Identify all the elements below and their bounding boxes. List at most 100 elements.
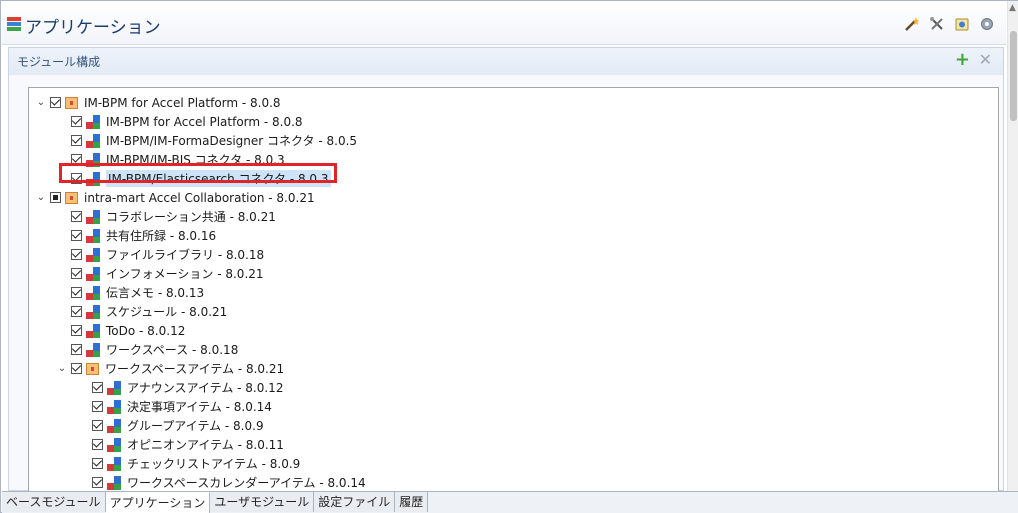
module-checkbox[interactable] <box>71 363 82 374</box>
module-checkbox[interactable] <box>92 439 103 450</box>
module-icon <box>86 323 100 338</box>
module-checkbox[interactable] <box>92 420 103 431</box>
tree-item-label: intra-mart Accel Collaboration - 8.0.21 <box>84 190 315 205</box>
tree-row[interactable]: 伝言メモ - 8.0.13 <box>56 283 204 302</box>
chevron-down-icon[interactable]: ⌄ <box>35 97 47 108</box>
tree-item-label: ワークスペースアイテム - 8.0.21 <box>105 362 285 376</box>
package-icon <box>65 96 78 109</box>
editor-tabs: ベースモジュール アプリケーション ユーザモジュール 設定ファイル 履歴 <box>2 491 1018 513</box>
module-checkbox[interactable] <box>71 306 82 317</box>
chevron-down-icon[interactable]: ⌄ <box>56 363 68 374</box>
module-icon <box>86 342 100 357</box>
module-checkbox[interactable] <box>71 116 82 127</box>
module-checkbox[interactable] <box>92 382 103 393</box>
module-checkbox[interactable] <box>71 249 82 260</box>
tree-item-label: スケジュール - 8.0.21 <box>106 305 228 319</box>
module-icon <box>107 418 121 433</box>
module-checkbox[interactable] <box>92 401 103 412</box>
module-checkbox[interactable] <box>71 135 82 146</box>
tree-row[interactable]: ワークスペース - 8.0.18 <box>56 340 238 359</box>
tree-row[interactable]: ⌄ ワークスペースアイテム - 8.0.21 <box>56 359 284 378</box>
tree-item-label: IM-BPM for Accel Platform - 8.0.8 <box>106 114 303 129</box>
module-icon <box>86 152 100 167</box>
tab-1[interactable]: アプリケーション <box>105 492 211 513</box>
tree-item-label: 伝言メモ - 8.0.13 <box>106 286 205 300</box>
tree-item-label: アナウンスアイテム - 8.0.12 <box>127 381 284 395</box>
tree-item-label: IM-BPM for Accel Platform - 8.0.8 <box>84 95 281 110</box>
module-config-panel: ⌄ IM-BPM for Accel Platform - 8.0.8 IM-BPM… <box>8 75 1004 497</box>
tree-row[interactable]: IM-BPM/Elasticsearch コネクタ - 8.0.3 <box>56 169 331 188</box>
chevron-down-icon[interactable]: ⌄ <box>35 192 47 203</box>
module-checkbox[interactable] <box>71 173 82 184</box>
module-checkbox[interactable] <box>71 268 82 279</box>
module-checkbox[interactable] <box>50 192 61 203</box>
plus-icon[interactable]: + <box>955 51 970 69</box>
scroll-up-arrow-icon[interactable]: ▲ <box>1009 3 1016 13</box>
tree-item-label: IM-BPM/IM-BIS コネクタ - 8.0.3 <box>106 153 285 167</box>
package-icon <box>65 191 78 204</box>
module-icon <box>86 247 100 262</box>
close-icon[interactable]: ✕ <box>979 51 992 69</box>
module-checkbox[interactable] <box>71 211 82 222</box>
module-icon <box>86 114 100 129</box>
module-icon <box>107 380 121 395</box>
tree-row[interactable]: チェックリストアイテム - 8.0.9 <box>77 454 300 473</box>
tree-row[interactable]: ⌄ intra-mart Accel Collaboration - 8.0.21 <box>35 188 315 207</box>
application-stack-icon <box>7 17 21 31</box>
module-checkbox[interactable] <box>50 97 61 108</box>
module-icon <box>86 285 100 300</box>
tree-row[interactable]: IM-BPM/IM-FormaDesigner コネクタ - 8.0.5 <box>56 131 357 150</box>
magic-wand-icon[interactable] <box>903 15 921 33</box>
scrollbar-thumb[interactable] <box>1010 31 1017 121</box>
tree-row[interactable]: ⌄ IM-BPM for Accel Platform - 8.0.8 <box>35 93 281 112</box>
tree-row[interactable]: グループアイテム - 8.0.9 <box>77 416 264 435</box>
module-tree[interactable]: ⌄ IM-BPM for Accel Platform - 8.0.8 IM-BPM… <box>28 87 999 497</box>
tab-2[interactable]: ユーザモジュール <box>210 492 315 512</box>
tree-item-label: グループアイテム - 8.0.9 <box>127 419 264 433</box>
module-icon <box>107 475 121 490</box>
vertical-scrollbar[interactable]: ▲ <box>1007 1 1018 491</box>
tools-icon[interactable] <box>928 15 946 33</box>
tree-row[interactable]: スケジュール - 8.0.21 <box>56 302 227 321</box>
tree-row[interactable]: コラボレーション共通 - 8.0.21 <box>56 207 276 226</box>
tree-row[interactable]: IM-BPM/IM-BIS コネクタ - 8.0.3 <box>56 150 285 169</box>
title-bar: アプリケーション <box>2 2 1006 45</box>
tree-row[interactable]: アナウンスアイテム - 8.0.12 <box>77 378 283 397</box>
tree-row[interactable]: IM-BPM for Accel Platform - 8.0.8 <box>56 112 303 131</box>
section-title: モジュール構成 <box>17 55 101 69</box>
tab-0[interactable]: ベースモジュール <box>2 492 106 512</box>
tab-3[interactable]: 設定ファイル <box>314 492 396 512</box>
tree-row[interactable]: オピニオンアイテム - 8.0.11 <box>77 435 284 454</box>
tab-4[interactable]: 履歴 <box>395 492 429 512</box>
tree-row[interactable]: ファイルライブラリ - 8.0.18 <box>56 245 264 264</box>
tree-row[interactable]: 決定事項アイテム - 8.0.14 <box>77 397 272 416</box>
module-icon <box>107 437 121 452</box>
tree-row[interactable]: インフォメーション - 8.0.21 <box>56 264 264 283</box>
module-icon <box>86 228 100 243</box>
module-icon <box>107 399 121 414</box>
tree-item-label: 決定事項アイテム - 8.0.14 <box>127 400 272 414</box>
tree-row[interactable]: ワークスペースカレンダーアイテム - 8.0.14 <box>77 473 366 492</box>
tree-item-label: IM-BPM/Elasticsearch コネクタ - 8.0.3 <box>106 170 331 187</box>
page-title: アプリケーション <box>25 18 161 38</box>
tree-item-label: ファイルライブラリ - 8.0.18 <box>106 248 265 262</box>
info-icon[interactable] <box>953 15 971 33</box>
module-icon <box>86 304 100 319</box>
tree-item-label: コラボレーション共通 - 8.0.21 <box>106 210 276 224</box>
module-checkbox[interactable] <box>92 458 103 469</box>
title-toolbar <box>903 15 996 33</box>
module-checkbox[interactable] <box>71 325 82 336</box>
module-checkbox[interactable] <box>71 287 82 298</box>
tree-item-label: インフォメーション - 8.0.21 <box>106 267 264 281</box>
module-checkbox[interactable] <box>71 344 82 355</box>
tree-row[interactable]: 共有住所録 - 8.0.16 <box>56 226 216 245</box>
module-checkbox[interactable] <box>71 230 82 241</box>
tree-item-label: 共有住所録 - 8.0.16 <box>106 229 217 243</box>
tree-item-label: ToDo - 8.0.12 <box>106 323 186 338</box>
module-checkbox[interactable] <box>92 477 103 488</box>
settings-icon[interactable] <box>978 15 996 33</box>
module-config-section-header: モジュール構成 + ✕ <box>8 47 1004 76</box>
module-icon <box>107 456 121 471</box>
module-checkbox[interactable] <box>71 154 82 165</box>
tree-row[interactable]: ToDo - 8.0.12 <box>56 321 185 340</box>
